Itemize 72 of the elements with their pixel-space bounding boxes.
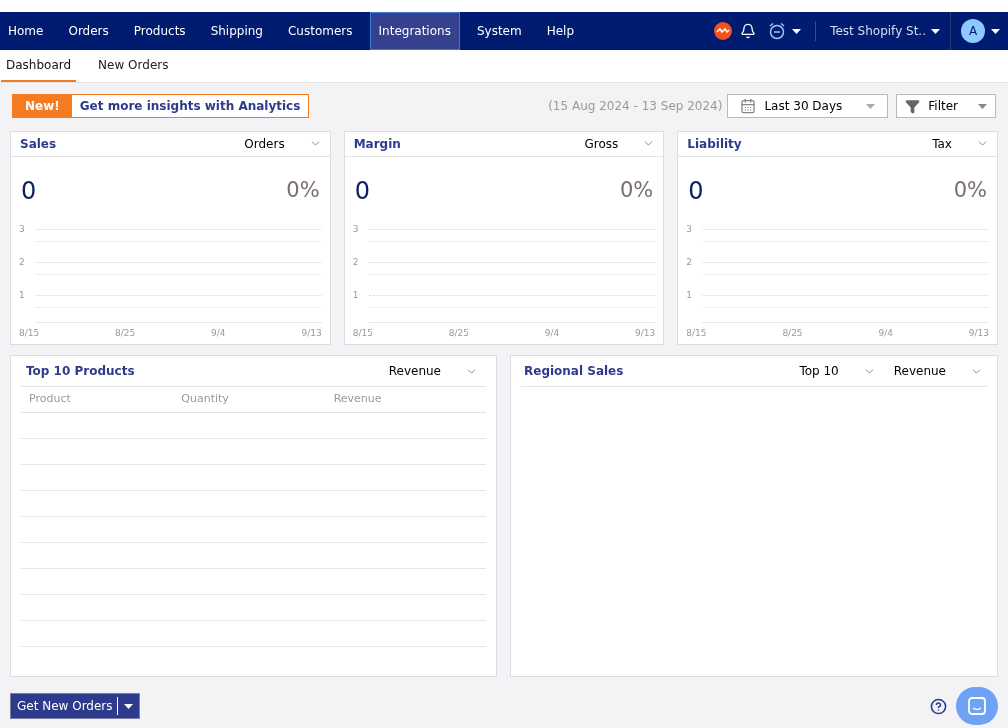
filter-dropdown[interactable]: Filter (896, 94, 996, 118)
card-title: Liability (687, 135, 742, 153)
column-header: Quantity (181, 391, 230, 408)
axis-label: 9/4 (211, 326, 226, 340)
metric-dropdown[interactable]: Gross (576, 134, 660, 153)
scope-dropdown[interactable]: Top 10 (791, 362, 880, 380)
calendar-icon (740, 98, 757, 114)
nav-tab[interactable]: Customers (280, 12, 361, 50)
nav-tab[interactable]: Integrations (369, 12, 460, 50)
change-percent: 0% (620, 176, 654, 204)
caret-icon (991, 28, 1000, 34)
metric-dropdown[interactable]: Orders (236, 134, 326, 153)
metric-dropdown[interactable]: Revenue (885, 362, 987, 380)
new-badge: New! (13, 95, 72, 117)
caret-icon (866, 103, 876, 109)
help-icon[interactable] (930, 697, 947, 715)
axis-label: 8/25 (115, 326, 136, 340)
metric-value: 0 (21, 175, 37, 207)
card-title: Margin (353, 135, 401, 153)
axis-tick: 2 (352, 255, 360, 269)
metric-value: 0 (688, 175, 704, 207)
user-avatar[interactable]: A (961, 19, 985, 43)
analytics-promo-banner[interactable]: New! Get more insights with Analytics (12, 94, 310, 118)
sub-tab[interactable]: New Orders (93, 50, 174, 82)
alarm-clock-icon[interactable] (768, 22, 787, 40)
nav-tab[interactable]: Home (0, 12, 52, 50)
nav-tab[interactable]: Orders (60, 12, 117, 50)
pulse-logo-icon (714, 22, 733, 40)
axis-label: 8/15 (19, 326, 40, 340)
axis-label: 8/25 (782, 326, 803, 340)
nav-tab[interactable]: Shipping (202, 12, 271, 50)
axis-label: 9/4 (544, 326, 560, 340)
axis-label: 9/13 (968, 326, 989, 340)
axis-tick: 1 (686, 288, 694, 302)
axis-label: 9/13 (301, 326, 322, 340)
date-range-text: (15 Aug 2024 - 13 Sep 2024) (548, 98, 723, 115)
panel-title: Regional Sales (524, 363, 624, 380)
panel-title: Top 10 Products (26, 363, 135, 380)
nav-tab[interactable]: Help (538, 12, 582, 50)
column-header: Product (29, 391, 72, 408)
sub-tab[interactable]: Dashboard (1, 50, 77, 82)
axis-label: 8/25 (448, 326, 469, 340)
notification-bell-icon[interactable] (740, 23, 757, 39)
axis-label: 9/13 (635, 326, 656, 340)
caret-icon (931, 28, 940, 34)
axis-tick: 1 (19, 288, 26, 302)
period-dropdown[interactable]: Last 30 Days (727, 94, 889, 118)
axis-label: 9/4 (878, 326, 893, 340)
nav-tab[interactable]: Products (125, 12, 194, 50)
change-percent: 0% (953, 176, 987, 204)
store-selector[interactable]: Test Shopify St.. (830, 22, 940, 40)
card-title: Sales (20, 135, 57, 153)
caret-icon (978, 103, 987, 109)
axis-label: 8/15 (686, 326, 707, 340)
filter-icon (905, 98, 921, 114)
column-header: Revenue (333, 391, 383, 408)
nav-tab[interactable]: System (468, 12, 530, 50)
axis-tick: 3 (352, 222, 360, 236)
get-new-orders-button[interactable]: Get New Orders (10, 693, 140, 719)
metric-value: 0 (354, 175, 370, 207)
chat-icon[interactable] (956, 687, 998, 725)
axis-label: 8/15 (352, 326, 373, 340)
caret-icon (792, 28, 802, 34)
axis-tick: 2 (19, 255, 26, 269)
metric-dropdown[interactable]: Revenue (380, 362, 482, 380)
axis-tick: 3 (686, 222, 694, 236)
axis-tick: 3 (19, 222, 26, 236)
change-percent: 0% (286, 176, 320, 204)
axis-tick: 1 (352, 288, 360, 302)
caret-icon (123, 703, 133, 709)
axis-tick: 2 (686, 255, 694, 269)
metric-dropdown[interactable]: Tax (924, 134, 993, 153)
